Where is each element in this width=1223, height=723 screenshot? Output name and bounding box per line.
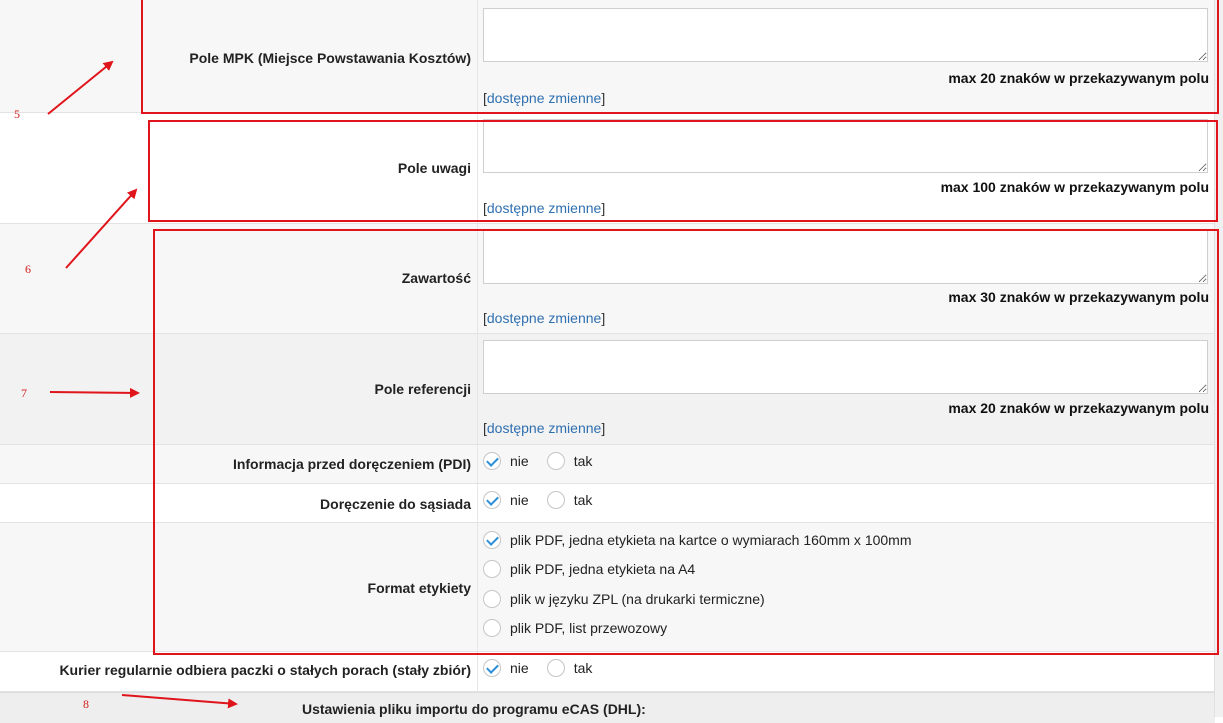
uwagi-variables-link[interactable]: dostępne zmienne	[487, 200, 601, 216]
option-label: plik PDF, list przewozowy	[510, 620, 668, 636]
referencji-variables: [dostępne zmienne]	[483, 420, 605, 436]
value-cell: plik PDF, jedna etykieta na kartce o wym…	[478, 523, 1215, 651]
mpk-variables-link[interactable]: dostępne zmienne	[487, 90, 601, 106]
option-label: tak	[573, 492, 593, 508]
radio-checked-icon[interactable]	[483, 659, 501, 677]
section-header-ecas: Ustawienia pliku importu do programu eCA…	[0, 692, 1215, 723]
label-cell: Doręczenie do sąsiada	[0, 484, 478, 522]
label-cell: Informacja przed doręczeniem (PDI)	[0, 445, 478, 483]
row-label-format: Format etykiety plik PDF, jedna etykieta…	[0, 523, 1215, 652]
format-option-3[interactable]: plik PDF, list przewozowy	[483, 619, 667, 637]
row-zawartosc: Zawartość max 30 znaków w przekazywanym …	[0, 224, 1215, 334]
uwagi-max-info: max 100 znaków w przekazywanym polu	[940, 179, 1209, 195]
radio-checked-icon[interactable]	[483, 452, 501, 470]
label-format-label: Format etykiety	[367, 580, 471, 596]
radio-unchecked-icon[interactable]	[483, 560, 501, 578]
bracket-close: ]	[601, 200, 606, 216]
zawartosc-variables: [dostępne zmienne]	[483, 310, 605, 326]
row-referencji: Pole referencji max 20 znaków w przekazy…	[0, 334, 1215, 445]
mpk-textarea[interactable]	[483, 8, 1208, 62]
option-label: plik PDF, jedna etykieta na kartce o wym…	[510, 532, 912, 548]
bracket-close: ]	[601, 90, 606, 106]
neighbor-label: Doręczenie do sąsiada	[320, 496, 471, 512]
value-cell: nie tak	[478, 652, 1215, 691]
row-mpk: Pole MPK (Miejsce Powstawania Kosztów) m…	[0, 0, 1215, 113]
annotation-number-5: 5	[14, 107, 20, 121]
option-label: plik PDF, jedna etykieta na A4	[510, 561, 696, 577]
row-pdi: Informacja przed doręczeniem (PDI) nie t…	[0, 445, 1215, 484]
label-cell: Kurier regularnie odbiera paczki o stały…	[0, 652, 478, 691]
format-option-0[interactable]: plik PDF, jedna etykieta na kartce o wym…	[483, 531, 912, 549]
radio-unchecked-icon[interactable]	[546, 491, 565, 509]
regular-pickup-option-nie[interactable]: nie	[483, 659, 529, 677]
referencji-textarea[interactable]	[483, 340, 1208, 394]
mpk-label: Pole MPK (Miejsce Powstawania Kosztów)	[189, 50, 471, 66]
regular-pickup-radio-group: nie tak	[483, 657, 610, 679]
label-cell: Pole uwagi	[0, 113, 478, 223]
regular-pickup-option-tak[interactable]: tak	[546, 659, 593, 677]
option-label: plik w języku ZPL (na drukarki termiczne…	[510, 591, 765, 607]
zawartosc-variables-link[interactable]: dostępne zmienne	[487, 310, 601, 326]
uwagi-variables: [dostępne zmienne]	[483, 200, 605, 216]
annotation-number-8: 8	[83, 697, 89, 711]
radio-unchecked-icon[interactable]	[546, 452, 565, 470]
uwagi-textarea[interactable]	[483, 119, 1208, 173]
option-label: nie	[510, 660, 529, 676]
row-regular-pickup: Kurier regularnie odbiera paczki o stały…	[0, 652, 1215, 692]
radio-checked-icon[interactable]	[483, 531, 501, 549]
label-cell: Zawartość	[0, 224, 478, 333]
option-label: nie	[510, 492, 529, 508]
row-uwagi: Pole uwagi max 100 znaków w przekazywany…	[0, 113, 1215, 224]
zawartosc-label: Zawartość	[401, 270, 471, 286]
zawartosc-textarea[interactable]	[483, 230, 1208, 284]
value-cell: max 30 znaków w przekazywanym polu [dost…	[478, 224, 1215, 333]
pdi-option-nie[interactable]: nie	[483, 452, 529, 470]
section-title: Ustawienia pliku importu do programu eCA…	[302, 701, 646, 717]
format-option-1[interactable]: plik PDF, jedna etykieta na A4	[483, 560, 695, 578]
label-cell: Pole referencji	[0, 334, 478, 444]
radio-unchecked-icon[interactable]	[483, 590, 501, 608]
radio-checked-icon[interactable]	[483, 491, 501, 509]
label-cell: Format etykiety	[0, 523, 478, 651]
option-label: tak	[573, 660, 593, 676]
pdi-label: Informacja przed doręczeniem (PDI)	[232, 456, 471, 472]
zawartosc-max-info: max 30 znaków w przekazywanym polu	[948, 289, 1209, 305]
neighbor-option-nie[interactable]: nie	[483, 491, 529, 509]
value-cell: max 100 znaków w przekazywanym polu [dos…	[478, 113, 1215, 223]
value-cell: max 20 znaków w przekazywanym polu [dost…	[478, 0, 1215, 112]
referencji-variables-link[interactable]: dostępne zmienne	[487, 420, 601, 436]
option-label: nie	[510, 453, 529, 469]
bracket-close: ]	[601, 420, 606, 436]
radio-unchecked-icon[interactable]	[546, 659, 565, 677]
neighbor-radio-group: nie tak	[483, 489, 610, 511]
row-neighbor: Doręczenie do sąsiada nie tak	[0, 484, 1215, 523]
pdi-option-tak[interactable]: tak	[546, 452, 593, 470]
annotation-number-7: 7	[21, 386, 27, 400]
neighbor-option-tak[interactable]: tak	[546, 491, 593, 509]
mpk-variables: [dostępne zmienne]	[483, 90, 605, 106]
radio-unchecked-icon[interactable]	[483, 619, 501, 637]
value-cell: max 20 znaków w przekazywanym polu [dost…	[478, 334, 1215, 444]
uwagi-label: Pole uwagi	[397, 160, 471, 176]
scrollbar[interactable]	[1214, 0, 1223, 717]
option-label: tak	[573, 453, 593, 469]
referencji-label: Pole referencji	[374, 381, 472, 397]
annotation-number-6: 6	[25, 262, 31, 276]
value-cell: nie tak	[478, 484, 1215, 522]
referencji-max-info: max 20 znaków w przekazywanym polu	[948, 400, 1209, 416]
mpk-max-info: max 20 znaków w przekazywanym polu	[948, 70, 1209, 86]
label-cell: Pole MPK (Miejsce Powstawania Kosztów)	[0, 0, 478, 112]
pdi-radio-group: nie tak	[483, 450, 610, 472]
regular-pickup-label: Kurier regularnie odbiera paczki o stały…	[59, 662, 471, 678]
bracket-close: ]	[601, 310, 606, 326]
format-option-2[interactable]: plik w języku ZPL (na drukarki termiczne…	[483, 590, 765, 608]
value-cell: nie tak	[478, 445, 1215, 483]
